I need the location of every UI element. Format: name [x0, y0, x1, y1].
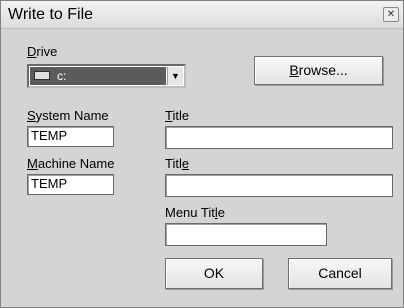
drive-selected-option: c: [30, 67, 166, 85]
drive-label: Drive [27, 44, 58, 59]
title-bar: Write to File ✕ [1, 1, 403, 29]
title-label: Title [165, 108, 190, 123]
menu-title-label: Menu Title [165, 205, 225, 220]
cancel-button[interactable]: Cancel [288, 258, 392, 289]
write-to-file-dialog: Write to File ✕ Drive c: ▼ Browse... Sys… [0, 0, 404, 308]
drive-select[interactable]: c: ▼ [27, 64, 186, 88]
title-2-field[interactable] [165, 174, 393, 197]
machine-name-field[interactable]: TEMP [27, 174, 114, 195]
chevron-down-icon[interactable]: ▼ [167, 67, 183, 85]
menu-title-field[interactable] [165, 223, 327, 246]
drive-icon [34, 71, 50, 80]
title-field[interactable] [165, 126, 393, 149]
ok-button[interactable]: OK [165, 258, 263, 289]
browse-button[interactable]: Browse... [254, 56, 383, 85]
system-name-field[interactable]: TEMP [27, 126, 114, 147]
system-name-label: System Name [27, 108, 109, 123]
title-2-label: Title [165, 156, 190, 171]
dialog-title: Write to File [8, 6, 94, 23]
close-icon[interactable]: ✕ [383, 7, 399, 22]
drive-value: c: [57, 69, 67, 83]
machine-name-label: Machine Name [27, 156, 115, 171]
